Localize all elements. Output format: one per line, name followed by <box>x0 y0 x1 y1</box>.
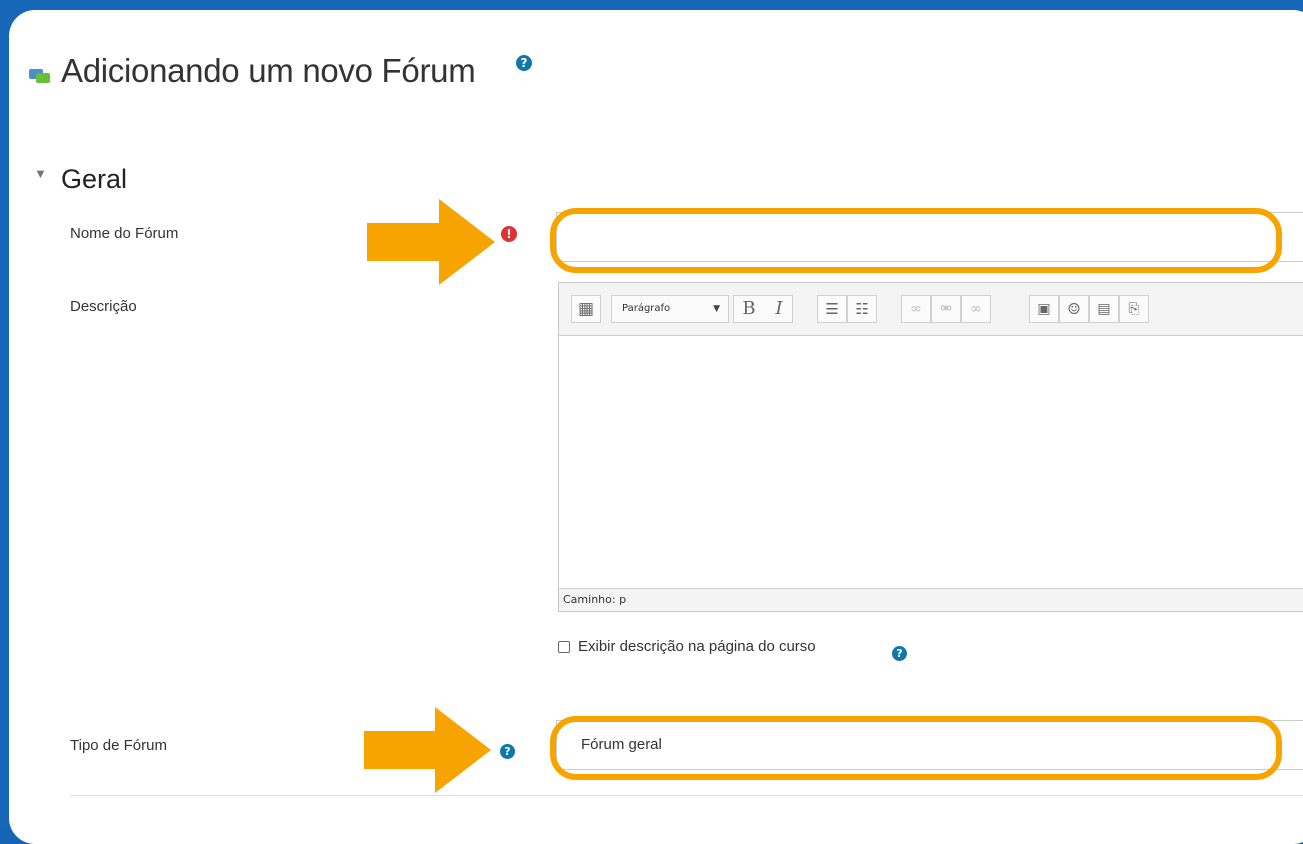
unlink-icon[interactable]: ⚮ <box>931 295 961 323</box>
divider <box>70 795 1303 796</box>
forum-type-value: Fórum geral <box>581 736 662 753</box>
page-title: Adicionando um novo Fórum <box>61 52 476 89</box>
media-icon[interactable]: ▤ <box>1089 295 1119 323</box>
arrow-icon <box>367 199 495 285</box>
chevron-down-icon[interactable]: ▼ <box>34 166 47 181</box>
text-style-group: B I <box>733 295 793 323</box>
bullet-list-icon[interactable]: ☰ <box>817 295 847 323</box>
description-label: Descrição <box>70 298 137 315</box>
italic-button[interactable]: I <box>764 296 794 322</box>
forum-name-input[interactable] <box>556 212 1303 262</box>
numbered-list-icon[interactable]: ☷ <box>847 295 877 323</box>
exclamation-icon: ! <box>501 226 517 242</box>
link-icon[interactable]: ∞ <box>901 295 931 323</box>
editor-content-area[interactable] <box>559 336 1303 588</box>
paste-icon[interactable]: ⎘ <box>1119 295 1149 323</box>
arrow-icon <box>364 707 491 793</box>
chevron-down-icon: ▼ <box>713 304 720 314</box>
emoticon-icon[interactable]: ☺ <box>1059 295 1089 323</box>
bold-button[interactable]: B <box>734 296 764 322</box>
anchor-icon[interactable]: ∞ <box>961 295 991 323</box>
forum-name-label: Nome do Fórum <box>70 225 179 242</box>
help-icon[interactable]: ? <box>500 744 515 759</box>
forum-icon <box>29 69 50 83</box>
forum-type-label: Tipo de Fórum <box>70 737 167 754</box>
help-icon[interactable]: ? <box>892 646 907 661</box>
editor-toolbar: ▦ Parágrafo ▼ B I ☰ ☷ ∞ ⚮ ∞ ▣ ☺ ▤ ⎘ <box>559 283 1303 336</box>
show-description-checkbox[interactable] <box>558 640 570 653</box>
section-title[interactable]: Geral <box>61 164 127 195</box>
format-select-value: Parágrafo <box>622 303 671 314</box>
image-icon[interactable]: ▣ <box>1029 295 1059 323</box>
toggle-toolbar-icon[interactable]: ▦ <box>571 295 601 323</box>
forum-type-select[interactable]: Fórum geral <box>556 720 1303 770</box>
editor-path: Caminho: p <box>559 588 1303 611</box>
show-description-row: Exibir descrição na página do curso <box>558 638 816 655</box>
help-icon[interactable]: ? <box>516 55 532 71</box>
format-select[interactable]: Parágrafo ▼ <box>611 295 729 323</box>
show-description-label[interactable]: Exibir descrição na página do curso <box>578 638 816 655</box>
description-editor: ▦ Parágrafo ▼ B I ☰ ☷ ∞ ⚮ ∞ ▣ ☺ ▤ ⎘ Cami… <box>558 282 1303 612</box>
